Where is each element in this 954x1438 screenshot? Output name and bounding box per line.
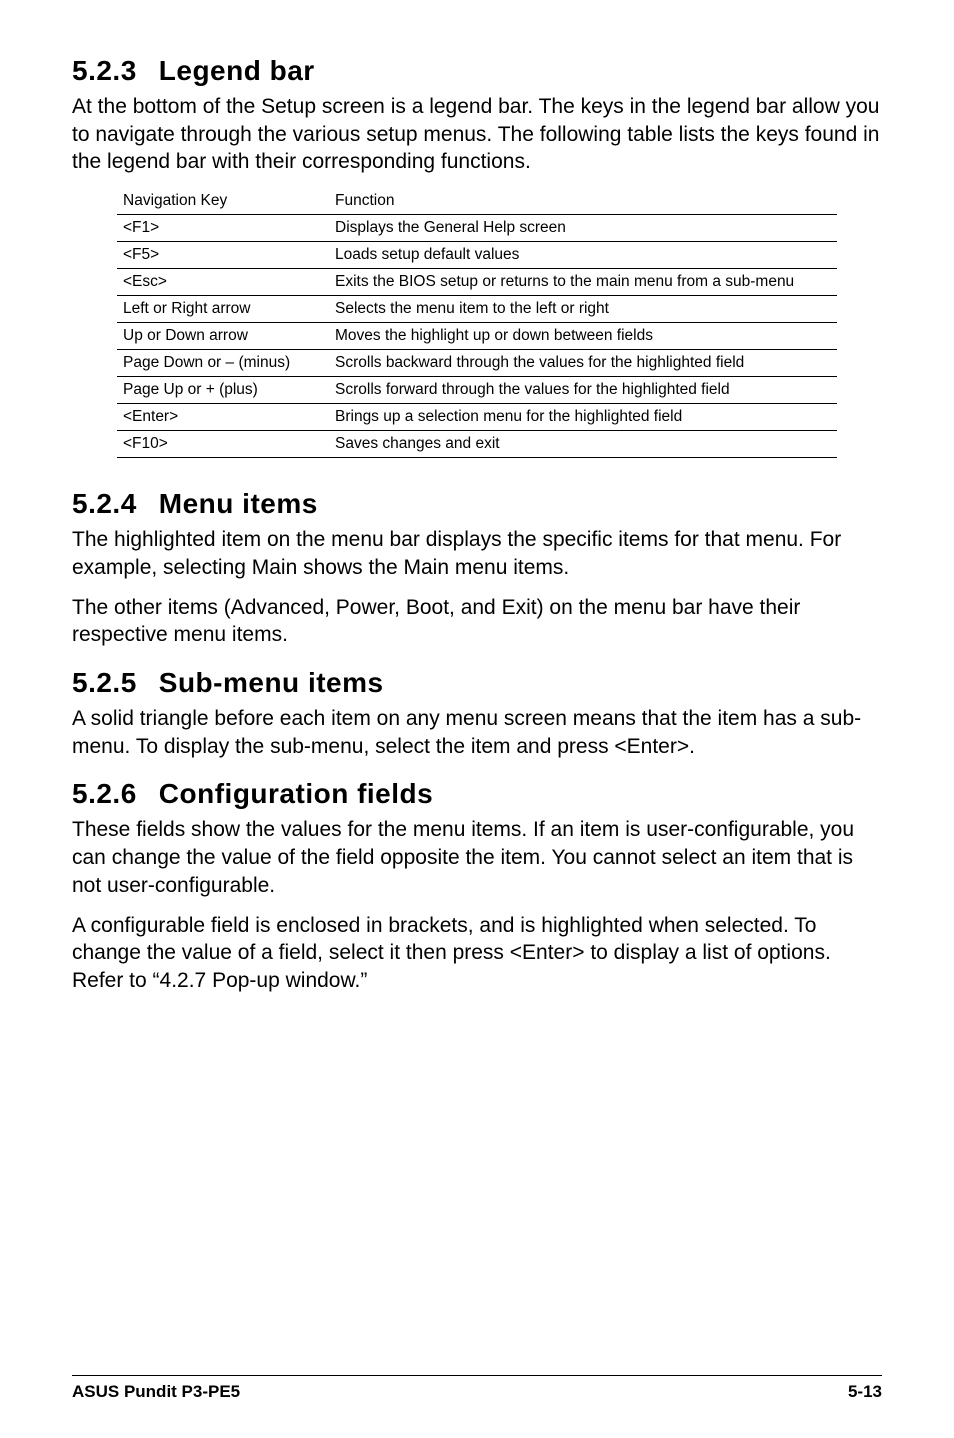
table-cell-key: Up or Down arrow xyxy=(117,323,329,350)
table-cell-function: Exits the BIOS setup or returns to the m… xyxy=(329,269,837,296)
table-cell-key: <Esc> xyxy=(117,269,329,296)
heading-title: Sub-menu items xyxy=(159,667,384,698)
footer-product-name: ASUS Pundit P3-PE5 xyxy=(72,1382,240,1402)
table-row: <F10> Saves changes and exit xyxy=(117,431,837,458)
footer-page-number: 5-13 xyxy=(848,1382,882,1402)
heading-title: Menu items xyxy=(159,488,318,519)
table-cell-function: Saves changes and exit xyxy=(329,431,837,458)
table-row: <Esc> Exits the BIOS setup or returns to… xyxy=(117,269,837,296)
table-header-function: Function xyxy=(329,188,837,215)
table-header-key: Navigation Key xyxy=(117,188,329,215)
heading-number: 5.2.5 xyxy=(72,667,137,699)
heading-number: 5.2.3 xyxy=(72,55,137,87)
table-row: Page Down or – (minus) Scrolls backward … xyxy=(117,350,837,377)
paragraph: The highlighted item on the menu bar dis… xyxy=(72,526,882,581)
table-cell-function: Loads setup default values xyxy=(329,242,837,269)
paragraph: A configurable field is enclosed in brac… xyxy=(72,912,882,995)
heading-5-2-6: 5.2.6 Configuration fields xyxy=(72,778,882,810)
table-cell-function: Scrolls forward through the values for t… xyxy=(329,377,837,404)
table-cell-function: Brings up a selection menu for the highl… xyxy=(329,404,837,431)
paragraph: At the bottom of the Setup screen is a l… xyxy=(72,93,882,176)
heading-5-2-4: 5.2.4 Menu items xyxy=(72,488,882,520)
navigation-key-table: Navigation Key Function <F1> Displays th… xyxy=(117,188,837,458)
page-footer: ASUS Pundit P3-PE5 5-13 xyxy=(72,1375,882,1402)
table-row: <F1> Displays the General Help screen xyxy=(117,215,837,242)
table-cell-key: Page Up or + (plus) xyxy=(117,377,329,404)
heading-number: 5.2.4 xyxy=(72,488,137,520)
table-header-row: Navigation Key Function xyxy=(117,188,837,215)
paragraph: The other items (Advanced, Power, Boot, … xyxy=(72,594,882,649)
table-row: <F5> Loads setup default values xyxy=(117,242,837,269)
paragraph: These fields show the values for the men… xyxy=(72,816,882,899)
table-cell-key: <Enter> xyxy=(117,404,329,431)
heading-title: Configuration fields xyxy=(159,778,433,809)
table-cell-key: Page Down or – (minus) xyxy=(117,350,329,377)
paragraph: A solid triangle before each item on any… xyxy=(72,705,882,760)
table-cell-function: Displays the General Help screen xyxy=(329,215,837,242)
heading-number: 5.2.6 xyxy=(72,778,137,810)
table-row: <Enter> Brings up a selection menu for t… xyxy=(117,404,837,431)
table-row: Page Up or + (plus) Scrolls forward thro… xyxy=(117,377,837,404)
table-cell-key: <F1> xyxy=(117,215,329,242)
table-cell-key: <F5> xyxy=(117,242,329,269)
table-row: Left or Right arrow Selects the menu ite… xyxy=(117,296,837,323)
heading-5-2-5: 5.2.5 Sub-menu items xyxy=(72,667,882,699)
table-row: Up or Down arrow Moves the highlight up … xyxy=(117,323,837,350)
heading-5-2-3: 5.2.3 Legend bar xyxy=(72,55,882,87)
table-cell-function: Moves the highlight up or down between f… xyxy=(329,323,837,350)
table-cell-key: Left or Right arrow xyxy=(117,296,329,323)
table-cell-function: Scrolls backward through the values for … xyxy=(329,350,837,377)
table-cell-function: Selects the menu item to the left or rig… xyxy=(329,296,837,323)
heading-title: Legend bar xyxy=(159,55,315,86)
page-container: 5.2.3 Legend bar At the bottom of the Set… xyxy=(0,0,954,1438)
table-cell-key: <F10> xyxy=(117,431,329,458)
